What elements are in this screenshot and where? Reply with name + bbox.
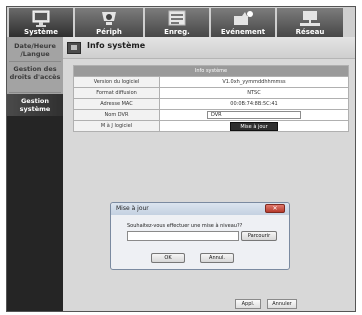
tab-device-label: Périph [96, 28, 122, 36]
dialog-question: Souhaitez-vous effectuer une mise à nive… [127, 223, 243, 229]
cancel-button[interactable]: Annuler [267, 299, 297, 309]
sidebar-item-date-time-language[interactable]: Date/Heure /Langue [7, 42, 63, 58]
top-navigation: Système Périph Enreg. Evénement Réseau [7, 7, 355, 37]
dvr-name-cell: DVR [159, 109, 349, 121]
tab-event[interactable]: Evénement [211, 8, 275, 37]
monitor-icon [32, 10, 50, 27]
apply-button[interactable]: Appl. [235, 299, 261, 309]
update-file-field[interactable] [127, 231, 239, 241]
system-info-table: Info système Version du logiciel V1.0xh_… [73, 65, 349, 132]
sidebar-item-system-management[interactable]: Gestion système [7, 94, 63, 116]
row-label-software-update: M à J logiciel [73, 120, 160, 132]
sidebar-divider [9, 92, 61, 93]
recording-icon [168, 10, 186, 26]
tab-network-label: Réseau [295, 28, 325, 36]
software-update-cell: Mise à jour [159, 120, 349, 132]
mac-address-value: 00:0B:74:8B:5C:41 [159, 98, 349, 110]
table-row: Adresse MAC 00:0B:74:8B:5C:41 [73, 98, 349, 110]
broadcast-format-value: NTSC [159, 87, 349, 99]
table-row: Format diffusion NTSC [73, 87, 349, 99]
row-label-dvr-name: Nom DVR [73, 109, 160, 121]
dvr-setup-window: Système Périph Enreg. Evénement Réseau D… [6, 6, 356, 312]
tab-network[interactable]: Réseau [277, 8, 343, 37]
sidebar-item-label: Date/Heure /Langue [14, 42, 56, 58]
software-update-button[interactable]: Mise à jour [230, 121, 278, 131]
sidebar-empty-area [7, 116, 63, 311]
sidebar-item-label: Gestion des droits d'accès [9, 65, 61, 81]
network-icon [300, 11, 320, 26]
table-header-row: Info système [73, 65, 349, 77]
event-icon [234, 11, 253, 25]
main-panel: Info système Info système Version du log… [63, 37, 355, 311]
close-icon: ✕ [272, 205, 278, 212]
table-row: Version du logiciel V1.0xh_yymmddhhmmss [73, 76, 349, 88]
browse-button[interactable]: Parcourir [241, 231, 277, 241]
tab-event-label: Evénement [220, 28, 266, 36]
dialog-titlebar: Mise à jour ✕ [111, 203, 289, 215]
system-info-icon [67, 42, 81, 54]
row-label-broadcast-format: Format diffusion [73, 87, 160, 99]
update-dialog: Mise à jour ✕ Souhaitez-vous effectuer u… [110, 202, 290, 270]
page-title: Info système [87, 41, 146, 50]
dialog-title: Mise à jour [116, 205, 149, 212]
tab-record-label: Enreg. [164, 28, 190, 36]
table-header: Info système [73, 65, 349, 77]
table-row: M à J logiciel Mise à jour [73, 120, 349, 132]
sidebar-divider [9, 61, 61, 62]
dialog-close-button[interactable]: ✕ [265, 204, 285, 213]
dialog-cancel-button[interactable]: Annul. [200, 253, 234, 263]
software-version-value: V1.0xh_yymmddhhmmss [159, 76, 349, 88]
tab-system-label: Système [24, 28, 58, 36]
page-header: Info système [63, 37, 355, 59]
camera-icon [102, 12, 116, 25]
tab-system[interactable]: Système [9, 8, 73, 37]
sidebar: Date/Heure /Langue Gestion des droits d'… [7, 37, 63, 311]
row-label-software-version: Version du logiciel [73, 76, 160, 88]
table-row: Nom DVR DVR [73, 109, 349, 121]
tab-device[interactable]: Périph [75, 8, 143, 37]
tab-record[interactable]: Enreg. [145, 8, 209, 37]
sidebar-item-access-rights[interactable]: Gestion des droits d'accès [7, 65, 63, 81]
sidebar-item-label: Gestion système [19, 97, 51, 113]
dvr-name-input[interactable]: DVR [207, 111, 301, 119]
dialog-ok-button[interactable]: OK [151, 253, 185, 263]
row-label-mac-address: Adresse MAC [73, 98, 160, 110]
